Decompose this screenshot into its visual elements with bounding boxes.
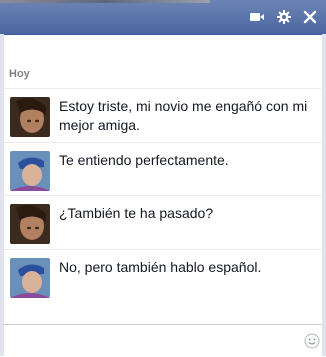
message-row: Estoy triste, mi novio me engañó con mi … bbox=[4, 88, 321, 143]
message-text: ¿También te ha pasado? bbox=[59, 205, 214, 221]
message-text: Te entiendo perfectamente. bbox=[59, 152, 229, 168]
gear-icon[interactable] bbox=[276, 9, 292, 25]
titlebar-background-photo bbox=[0, 0, 210, 3]
friend-avatar[interactable] bbox=[10, 204, 50, 244]
day-separator: Hoy bbox=[9, 68, 30, 80]
message-row: No, pero también hablo español. bbox=[4, 249, 321, 304]
message-text: Estoy triste, mi novio me engañó con mi … bbox=[59, 98, 308, 133]
user-avatar[interactable] bbox=[10, 258, 50, 298]
message-row: Te entiendo perfectamente. bbox=[4, 142, 321, 195]
message-composer bbox=[4, 324, 322, 357]
smiley-icon[interactable] bbox=[304, 333, 320, 349]
message-row: ¿También te ha pasado? bbox=[4, 195, 321, 249]
message-input[interactable] bbox=[8, 329, 292, 353]
chat-titlebar bbox=[0, 0, 326, 35]
message-text: No, pero también hablo español. bbox=[59, 259, 262, 275]
user-avatar[interactable] bbox=[10, 151, 50, 191]
chat-frame-right bbox=[322, 34, 326, 356]
video-call-icon[interactable] bbox=[249, 9, 265, 25]
close-icon[interactable] bbox=[302, 9, 318, 25]
friend-avatar[interactable] bbox=[10, 97, 50, 137]
